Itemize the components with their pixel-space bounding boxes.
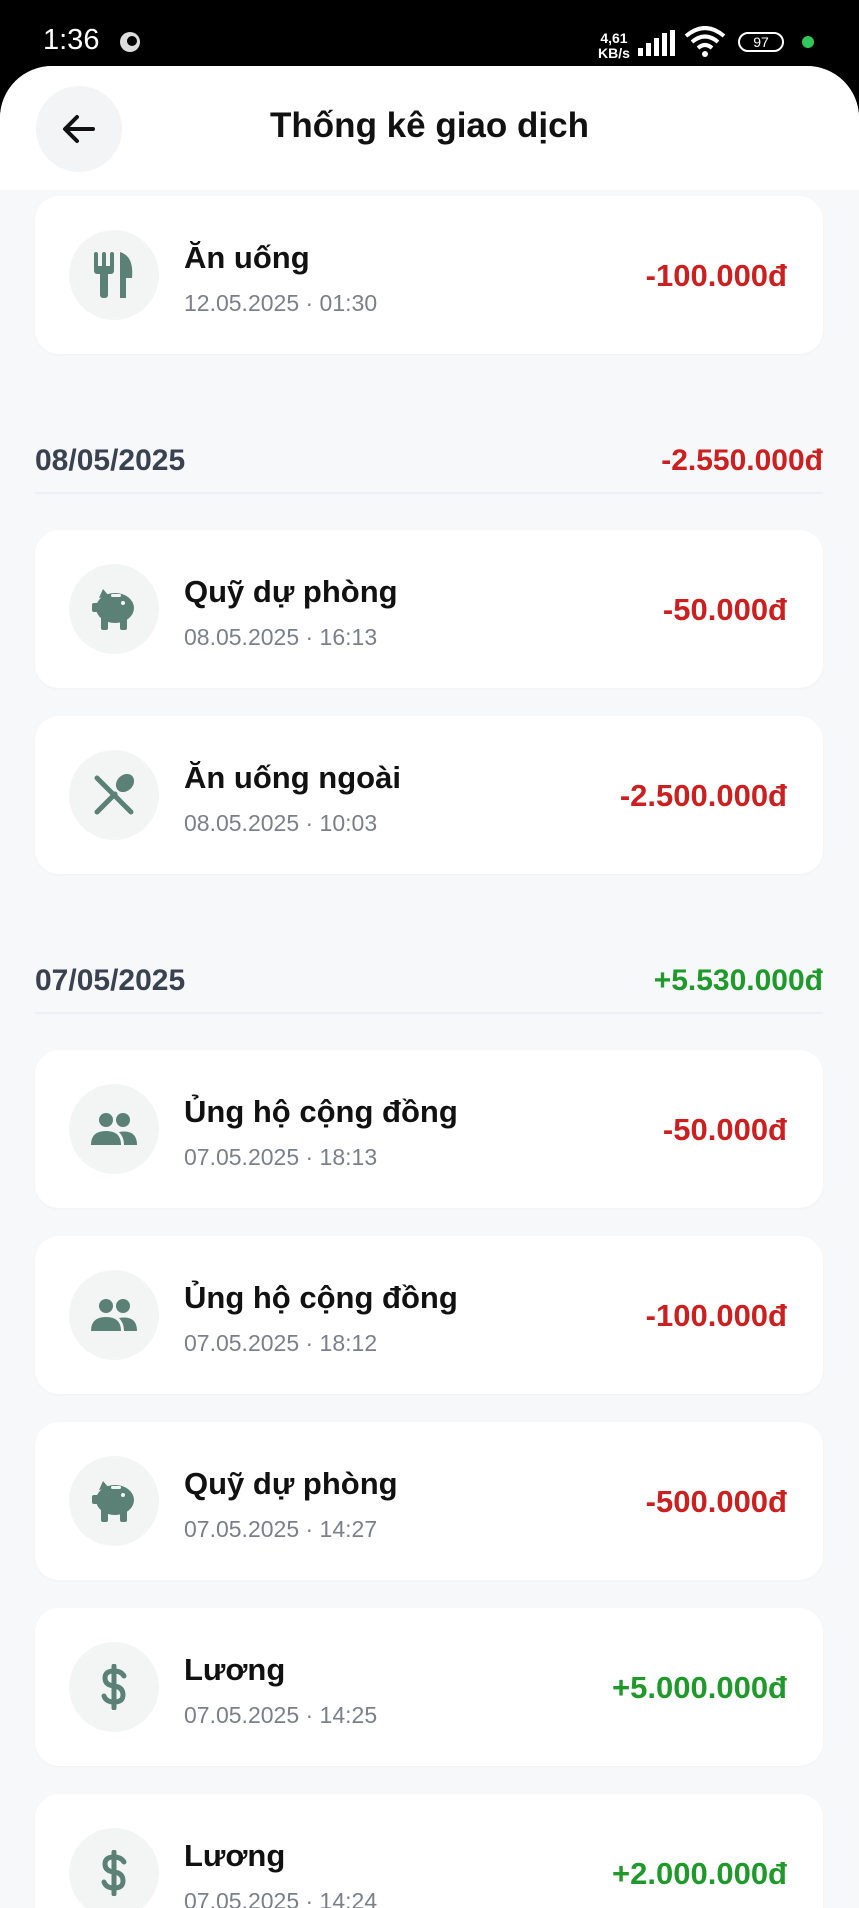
transaction-amount: -50.000đ [662, 592, 787, 627]
group-date: 07/05/2025 [35, 964, 186, 997]
transaction-card[interactable]: Quỹ dự phòng 08.05.2025 · 16:13 -50.000đ [35, 530, 823, 688]
category-name: Ủng hộ cộng đồng [184, 1094, 458, 1129]
group-total: -2.550.000đ [661, 444, 823, 477]
category-icon-container [69, 1828, 159, 1908]
wifi-icon [684, 26, 726, 57]
transaction-card[interactable]: Ăn uống ngoài 08.05.2025 · 10:03 -2.500.… [35, 716, 823, 874]
group-date: 08/05/2025 [35, 444, 186, 477]
status-time: 1:36 [43, 24, 100, 56]
category-name: Lương [184, 1838, 286, 1873]
transaction-amount: -50.000đ [662, 1112, 787, 1147]
transaction-card[interactable]: Ủng hộ cộng đồng 07.05.2025 · 18:13 -50.… [35, 1050, 823, 1208]
screen: Thống kê giao dịch Ăn uống 12.05.2025 · … [0, 66, 859, 1908]
people-icon [91, 1299, 137, 1331]
transaction-amount: -500.000đ [645, 1484, 787, 1519]
transaction-amount: +2.000.000đ [612, 1856, 787, 1891]
transaction-card[interactable]: Ăn uống 12.05.2025 · 01:30 -100.000đ [35, 196, 823, 354]
group-total: +5.530.000đ [653, 964, 823, 997]
category-icon-container [69, 230, 159, 320]
category-name: Ăn uống ngoài [184, 760, 401, 795]
category-icon-container [69, 1642, 159, 1732]
category-icon-container [69, 1456, 159, 1546]
transaction-datetime: 07.05.2025 · 14:24 [184, 1888, 378, 1908]
network-speed: 4,61 KB/s [598, 30, 630, 61]
transaction-datetime: 08.05.2025 · 16:13 [184, 624, 378, 650]
category-name: Quỹ dự phòng [184, 574, 398, 609]
dollar-icon [101, 1850, 127, 1896]
fork-knife-icon [94, 252, 133, 298]
dollar-icon [101, 1664, 127, 1710]
transaction-card[interactable]: Lương 07.05.2025 · 14:25 +5.000.000đ [35, 1608, 823, 1766]
transaction-card[interactable]: Quỹ dự phòng 07.05.2025 · 14:27 -500.000… [35, 1422, 823, 1580]
transaction-datetime: 07.05.2025 · 14:27 [184, 1516, 378, 1542]
category-name: Ủng hộ cộng đồng [184, 1280, 458, 1315]
dining-icon [94, 773, 135, 815]
app-notification-icon [120, 32, 140, 52]
category-name: Ăn uống [184, 240, 310, 275]
date-group-header: 07/05/2025 +5.530.000đ [35, 952, 823, 1014]
category-name: Quỹ dự phòng [184, 1466, 398, 1501]
transaction-datetime: 07.05.2025 · 18:13 [184, 1144, 378, 1170]
transaction-card[interactable]: Ủng hộ cộng đồng 07.05.2025 · 18:12 -100… [35, 1236, 823, 1394]
transaction-amount: +5.000.000đ [612, 1670, 787, 1705]
category-icon-container [69, 1084, 159, 1174]
transaction-amount: -100.000đ [645, 258, 787, 293]
transaction-amount: -2.500.000đ [619, 778, 787, 813]
date-group-header: 08/05/2025 -2.550.000đ [35, 432, 823, 494]
transaction-datetime: 07.05.2025 · 14:25 [184, 1702, 378, 1728]
transaction-datetime: 12.05.2025 · 01:30 [184, 290, 378, 316]
signal-icon [638, 30, 675, 56]
piggy-bank-icon [92, 589, 134, 630]
battery-indicator: 97 [738, 32, 784, 52]
category-icon-container [69, 750, 159, 840]
transaction-card[interactable]: Lương 07.05.2025 · 14:24 +2.000.000đ [35, 1794, 823, 1908]
category-icon-container [69, 564, 159, 654]
people-icon [91, 1113, 137, 1145]
transaction-datetime: 08.05.2025 · 10:03 [184, 810, 378, 836]
category-name: Lương [184, 1652, 286, 1687]
piggy-bank-icon [92, 1481, 134, 1522]
transaction-amount: -100.000đ [645, 1298, 787, 1333]
transaction-datetime: 07.05.2025 · 18:12 [184, 1330, 378, 1356]
header: Thống kê giao dịch [0, 66, 859, 190]
category-icon-container [69, 1270, 159, 1360]
page-title: Thống kê giao dịch [270, 106, 589, 145]
privacy-dot [802, 36, 814, 48]
